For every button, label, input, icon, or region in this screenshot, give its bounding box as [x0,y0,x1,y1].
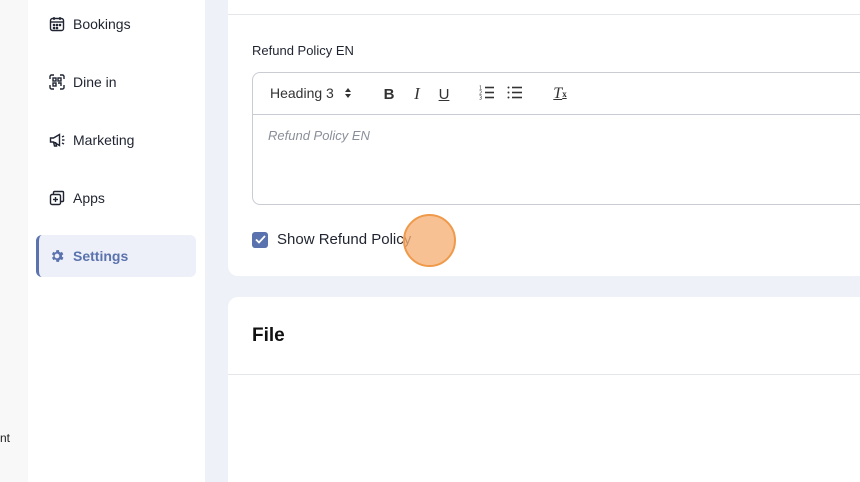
show-refund-policy-checkbox[interactable] [252,231,268,248]
bullet-list-button[interactable] [504,83,526,105]
megaphone-icon [48,131,66,149]
bold-button[interactable]: B [378,83,400,105]
check-icon [254,235,266,244]
gear-icon [48,247,66,265]
click-indicator [403,214,456,267]
svg-text:3: 3 [479,95,482,100]
sidebar-item-settings[interactable]: Settings [36,235,196,277]
file-card: File [228,297,860,482]
left-panel-text: nt [0,431,11,445]
section-divider [228,374,860,375]
sidebar-item-label: Apps [73,190,105,206]
heading-select-value: Heading 3 [270,85,334,101]
ordered-list-icon: 1 2 3 [479,85,495,104]
select-arrows-icon [344,87,352,99]
editor-toolbar: Heading 3 B I U 1 2 3 T x [253,73,860,115]
heading-select[interactable]: Heading 3 [270,85,352,101]
sidebar-item-bookings[interactable]: Bookings [36,3,196,45]
section-divider [228,14,860,15]
underline-button[interactable]: U [433,83,455,105]
sidebar-item-label: Dine in [73,74,117,90]
sidebar: Bookings Dine in Marketing Apps Settings [28,0,205,482]
qr-scan-icon [48,73,66,91]
file-section-title: File [252,325,285,346]
refund-policy-label: Refund Policy EN [252,43,354,58]
sidebar-item-apps[interactable]: Apps [36,177,196,219]
bullet-list-icon [507,85,523,104]
left-panel-edge: nt [0,0,28,482]
sidebar-item-marketing[interactable]: Marketing [36,119,196,161]
refund-policy-text-area[interactable]: Refund Policy EN [268,128,370,143]
show-refund-policy-label: Show Refund Policy [277,231,412,248]
show-refund-policy-toggle[interactable]: Show Refund Policy [252,231,411,248]
calendar-icon [48,15,66,33]
clear-format-x-icon: x [562,89,567,99]
sidebar-item-dine-in[interactable]: Dine in [36,61,196,103]
sidebar-item-label: Bookings [73,16,131,32]
clear-format-icon: T [553,85,563,102]
sidebar-item-label: Settings [73,248,129,264]
sidebar-item-label: Marketing [73,132,135,148]
apps-icon [48,189,66,207]
refund-policy-editor: Heading 3 B I U 1 2 3 T x Refund Policy … [252,72,860,205]
italic-button[interactable]: I [406,83,428,105]
clear-format-button[interactable]: Tx [549,83,571,105]
ordered-list-button[interactable]: 1 2 3 [476,83,498,105]
